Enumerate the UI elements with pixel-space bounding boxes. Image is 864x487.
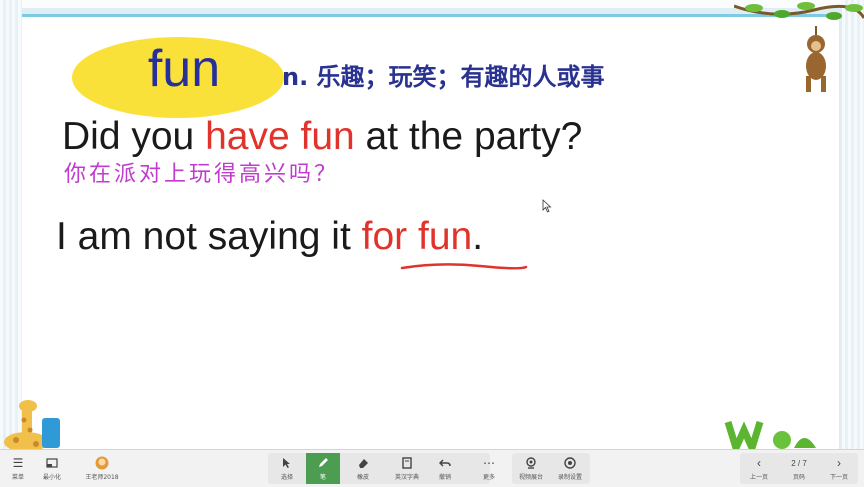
menu-button[interactable]: ☰ 菜单 <box>1 450 35 487</box>
page-list-label: 页码 <box>792 474 805 481</box>
eraser-icon <box>355 456 371 470</box>
page-list-button[interactable]: 2 / 7 页码 <box>782 450 816 487</box>
vocab-definition: n. 乐趣；玩笑；有趣的人或事 <box>282 63 605 91</box>
sentence2-highlight: for fun <box>361 215 473 258</box>
dictionary-button[interactable]: 英汉字典 <box>390 450 424 487</box>
webcam-icon <box>523 456 539 470</box>
eraser-tool-button[interactable]: 橡皮 <box>346 450 380 487</box>
select-tool-label: 选择 <box>280 474 293 481</box>
record-settings-button[interactable]: 录制设置 <box>553 450 587 487</box>
select-tool-button[interactable]: 选择 <box>270 450 304 487</box>
giraffe-icon <box>4 400 60 450</box>
pen-tool-button[interactable]: 笔 <box>306 453 340 484</box>
more-dots-icon: ⋯ <box>483 456 495 470</box>
minimize-icon <box>44 456 60 470</box>
chevron-right-icon: › <box>837 456 841 470</box>
mouse-cursor-icon <box>542 199 552 213</box>
cursor-arrow-icon <box>279 456 295 470</box>
menu-icon: ☰ <box>12 456 24 470</box>
slide-canvas[interactable]: fun n. 乐趣；玩笑；有趣的人或事 Did you have fun at … <box>22 14 839 450</box>
book-icon <box>399 456 415 470</box>
pen-tool-label: 笔 <box>319 474 326 481</box>
example-sentence-1: Did you have fun at the party? <box>62 115 582 159</box>
frame-right-border <box>842 0 864 486</box>
minimize-button[interactable]: 最小化 <box>35 450 69 487</box>
camera-label: 视频展台 <box>518 474 543 481</box>
next-page-button[interactable]: › 下一页 <box>822 450 856 487</box>
dictionary-label: 英汉字典 <box>394 474 419 481</box>
undo-label: 撤销 <box>438 474 451 481</box>
grass-letter-decoration <box>724 420 816 450</box>
more-button[interactable]: ⋯ 更多 <box>472 450 506 487</box>
teacher-name: 王老师2018 <box>85 474 119 481</box>
chevron-left-icon: ‹ <box>757 456 761 470</box>
pen-underline-stroke <box>400 263 528 270</box>
record-settings-label: 录制设置 <box>557 474 582 481</box>
more-label: 更多 <box>482 474 495 481</box>
pen-icon <box>315 456 331 470</box>
undo-icon <box>437 456 453 470</box>
vocab-word: fun <box>147 40 221 98</box>
eraser-tool-label: 橡皮 <box>356 474 369 481</box>
sentence1-before: Did you <box>62 115 206 158</box>
bottom-toolbar: ☰ 菜单 最小化 王老师2018 选择 笔 橡皮 英汉字典 撤销 ⋯ 更多 视频… <box>0 449 864 487</box>
menu-label: 菜单 <box>11 474 24 481</box>
avatar <box>94 456 110 470</box>
sentence1-translation: 你在派对上玩得高兴吗？ <box>64 162 340 187</box>
sentence2-after: . <box>472 215 484 258</box>
sentence1-after: at the party? <box>354 115 583 158</box>
prev-page-button[interactable]: ‹ 上一页 <box>742 450 776 487</box>
sentence1-highlight: have fun <box>205 115 355 158</box>
record-icon <box>562 456 578 470</box>
example-sentence-2: I am not saying it for fun. <box>56 215 483 259</box>
page-indicator: 2 / 7 <box>791 458 807 468</box>
next-page-label: 下一页 <box>829 474 848 481</box>
prev-page-label: 上一页 <box>749 474 768 481</box>
minimize-label: 最小化 <box>42 474 61 481</box>
teacher-profile-button[interactable]: 王老师2018 <box>82 450 122 487</box>
monkey-icon <box>806 26 826 92</box>
camera-button[interactable]: 视频展台 <box>514 450 548 487</box>
undo-button[interactable]: 撤销 <box>428 450 462 487</box>
sentence2-before: I am not saying it <box>56 215 362 258</box>
